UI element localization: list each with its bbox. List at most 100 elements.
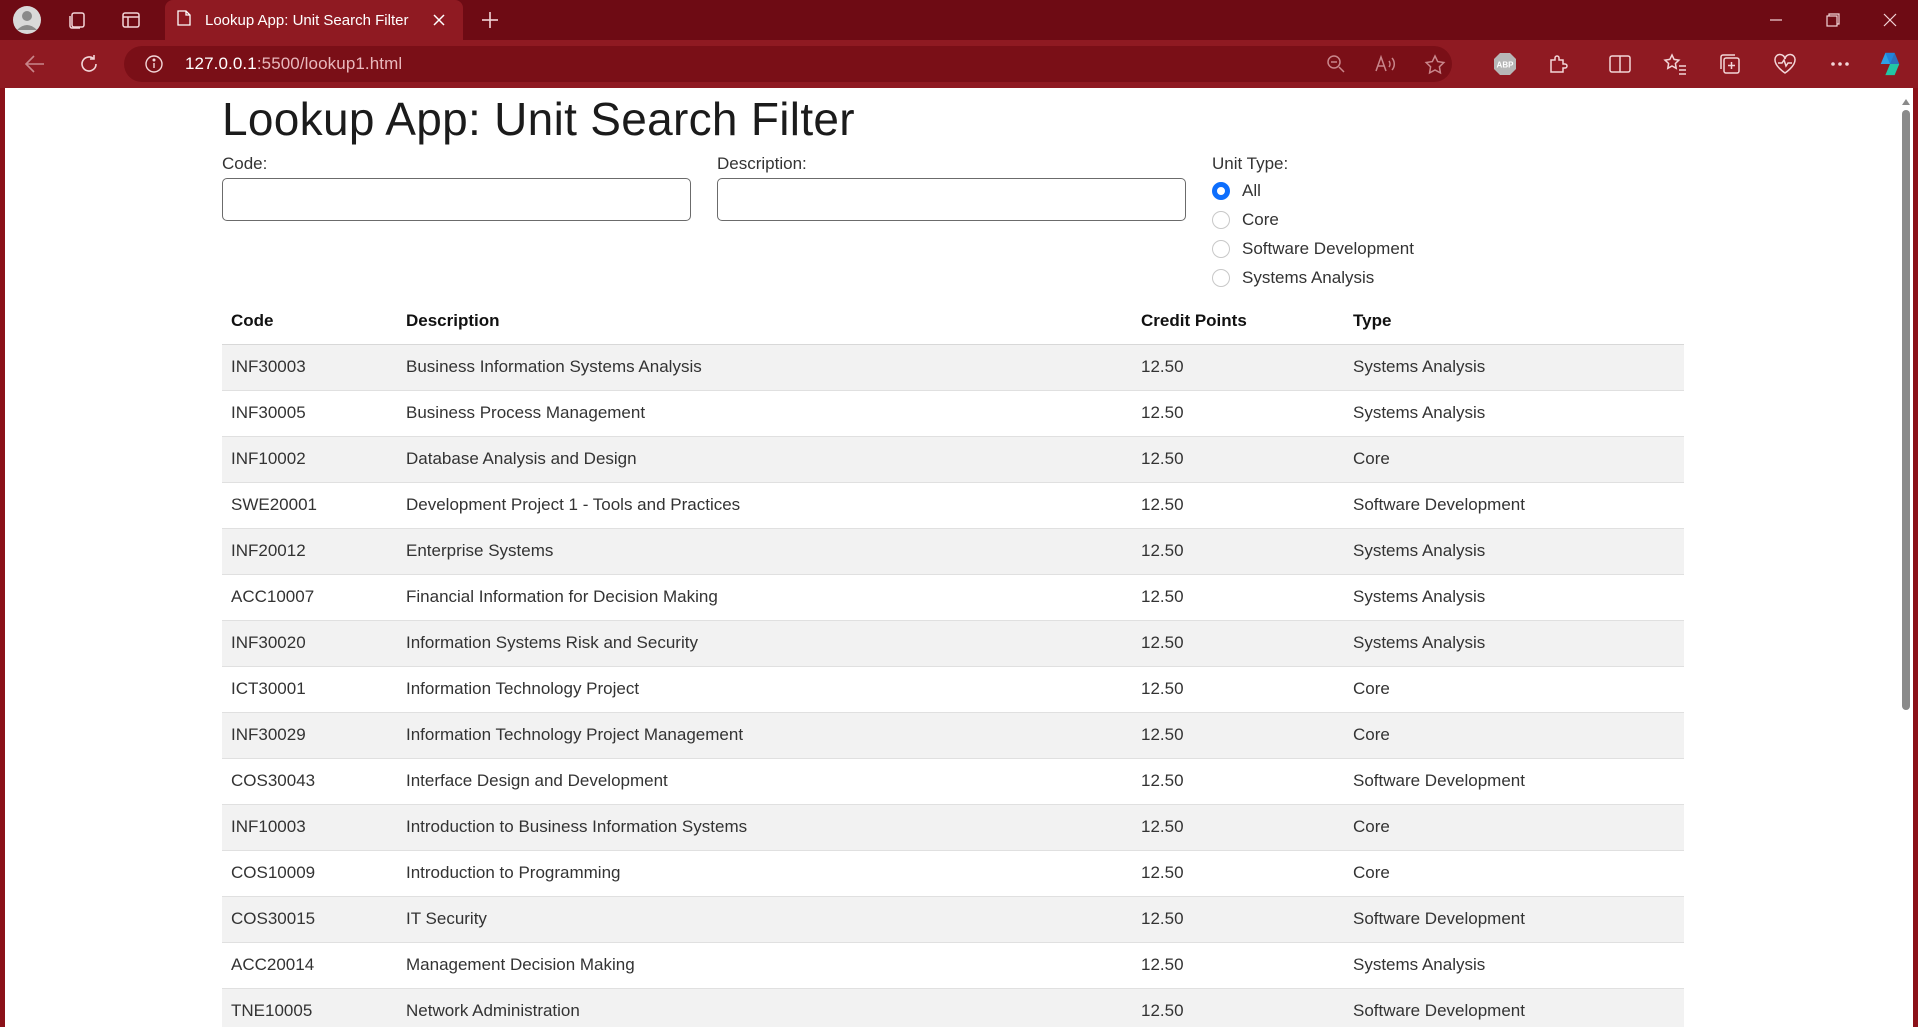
read-aloud-icon[interactable]: [1374, 54, 1396, 76]
cell-description: Business Information Systems Analysis: [397, 344, 1132, 391]
code-label: Code:: [222, 154, 268, 173]
radio-core-indicator[interactable]: [1212, 211, 1230, 229]
site-info-icon[interactable]: [144, 54, 164, 74]
cell-type: Systems Analysis: [1344, 620, 1684, 667]
extensions-icon[interactable]: [1546, 52, 1572, 76]
radio-systems-analysis-indicator[interactable]: [1212, 269, 1230, 287]
cell-description: Introduction to Programming: [397, 850, 1132, 897]
cell-credit-points: 12.50: [1132, 712, 1344, 759]
cell-credit-points: 12.50: [1132, 896, 1344, 943]
page-icon: [177, 10, 191, 30]
table-row: ICT30001 Information Technology Project 12…: [222, 666, 1684, 713]
cell-type: Core: [1344, 666, 1684, 713]
cell-credit-points: 12.50: [1132, 850, 1344, 897]
cell-code: INF30005: [222, 390, 397, 437]
radio-all-indicator[interactable]: [1212, 182, 1230, 200]
close-tab-icon[interactable]: [427, 8, 451, 32]
description-label: Description:: [717, 154, 807, 173]
units-table: Code Description Credit Points Type INF3…: [222, 298, 1684, 1027]
page-title: Lookup App: Unit Search Filter: [222, 93, 855, 145]
cell-type: Systems Analysis: [1344, 390, 1684, 437]
code-input[interactable]: [222, 178, 691, 221]
cell-description: Information Technology Project Managemen…: [397, 712, 1132, 759]
cell-credit-points: 12.50: [1132, 758, 1344, 805]
favorites-icon[interactable]: [1662, 52, 1688, 76]
table-row: COS10009 Introduction to Programming 12.50…: [222, 850, 1684, 897]
cell-type: Systems Analysis: [1344, 344, 1684, 391]
cell-code: INF30003: [222, 344, 397, 391]
unit-type-label: Unit Type:: [1212, 154, 1289, 173]
radio-systems-analysis[interactable]: Systems Analysis: [1212, 267, 1374, 289]
table-row: INF30003 Business Information Systems Ana…: [222, 344, 1684, 391]
cell-code: COS30015: [222, 896, 397, 943]
cell-type: Systems Analysis: [1344, 574, 1684, 621]
cell-description: Enterprise Systems: [397, 528, 1132, 575]
url-path: :5500/lookup1.html: [256, 54, 403, 73]
more-options-icon[interactable]: [1827, 52, 1853, 76]
table-row: SWE20001 Development Project 1 - Tools an…: [222, 482, 1684, 529]
address-bar[interactable]: 127.0.0.1:5500/lookup1.html: [124, 46, 1452, 82]
tab-actions-icon[interactable]: [113, 6, 149, 34]
cell-code: INF20012: [222, 528, 397, 575]
browser-essentials-icon[interactable]: [1772, 52, 1798, 76]
cell-credit-points: 12.50: [1132, 344, 1344, 391]
tab-active[interactable]: Lookup App: Unit Search Filter: [165, 0, 463, 40]
header-code: Code: [222, 298, 397, 345]
cell-credit-points: 12.50: [1132, 574, 1344, 621]
cell-code: TNE10005: [222, 988, 397, 1027]
radio-all-label: All: [1242, 181, 1261, 200]
description-input[interactable]: [717, 178, 1186, 221]
cell-credit-points: 12.50: [1132, 436, 1344, 483]
cell-description: Management Decision Making: [397, 942, 1132, 989]
restore-icon[interactable]: [1805, 0, 1861, 40]
minimize-icon[interactable]: [1748, 0, 1804, 40]
radio-software-development-indicator[interactable]: [1212, 240, 1230, 258]
cell-description: Interface Design and Development: [397, 758, 1132, 805]
cell-description: Development Project 1 - Tools and Practi…: [397, 482, 1132, 529]
cell-code: INF10002: [222, 436, 397, 483]
close-window-icon[interactable]: [1862, 0, 1918, 40]
cell-credit-points: 12.50: [1132, 988, 1344, 1027]
collections-icon[interactable]: [1717, 52, 1743, 76]
scroll-up-arrow-icon[interactable]: [1902, 92, 1910, 110]
radio-software-development[interactable]: Software Development: [1212, 238, 1414, 260]
tab-title: Lookup App: Unit Search Filter: [205, 11, 409, 29]
split-screen-icon[interactable]: [1607, 52, 1633, 76]
cell-credit-points: 12.50: [1132, 942, 1344, 989]
cell-code: COS30043: [222, 758, 397, 805]
scrollbar-thumb[interactable]: [1902, 110, 1910, 710]
radio-all[interactable]: All: [1212, 180, 1261, 202]
cell-credit-points: 12.50: [1132, 482, 1344, 529]
table-row: INF30029 Information Technology Project M…: [222, 712, 1684, 759]
radio-core[interactable]: Core: [1212, 209, 1279, 231]
radio-software-development-label: Software Development: [1242, 239, 1414, 258]
table-row: INF30005 Business Process Management 12.50…: [222, 390, 1684, 437]
workspaces-icon[interactable]: [59, 6, 95, 34]
zoom-out-icon[interactable]: [1326, 54, 1348, 76]
cell-type: Core: [1344, 712, 1684, 759]
cell-credit-points: 12.50: [1132, 804, 1344, 851]
cell-description: IT Security: [397, 896, 1132, 943]
cell-description: Information Systems Risk and Security: [397, 620, 1132, 667]
refresh-icon[interactable]: [71, 48, 107, 80]
cell-code: INF30029: [222, 712, 397, 759]
profile-avatar[interactable]: [9, 6, 45, 34]
cell-type: Software Development: [1344, 482, 1684, 529]
back-icon[interactable]: [17, 48, 53, 80]
favorite-star-icon[interactable]: [1424, 54, 1446, 76]
new-tab-icon[interactable]: [474, 6, 506, 34]
cell-description: Network Administration: [397, 988, 1132, 1027]
copilot-icon[interactable]: [1877, 52, 1903, 76]
radio-core-label: Core: [1242, 210, 1279, 229]
url-text[interactable]: 127.0.0.1:5500/lookup1.html: [185, 54, 402, 74]
adblock-icon[interactable]: ABP: [1492, 52, 1518, 76]
vertical-scrollbar[interactable]: [1899, 88, 1913, 1027]
header-description: Description: [397, 298, 1132, 345]
cell-description: Database Analysis and Design: [397, 436, 1132, 483]
cell-code: ICT30001: [222, 666, 397, 713]
url-host: 127.0.0.1: [185, 54, 257, 73]
table-row: INF30020 Information Systems Risk and Sec…: [222, 620, 1684, 667]
cell-code: ACC20014: [222, 942, 397, 989]
table-row: ACC10007 Financial Information for Decisi…: [222, 574, 1684, 621]
page-viewport: Lookup App: Unit Search Filter Code: Des…: [5, 88, 1913, 1027]
